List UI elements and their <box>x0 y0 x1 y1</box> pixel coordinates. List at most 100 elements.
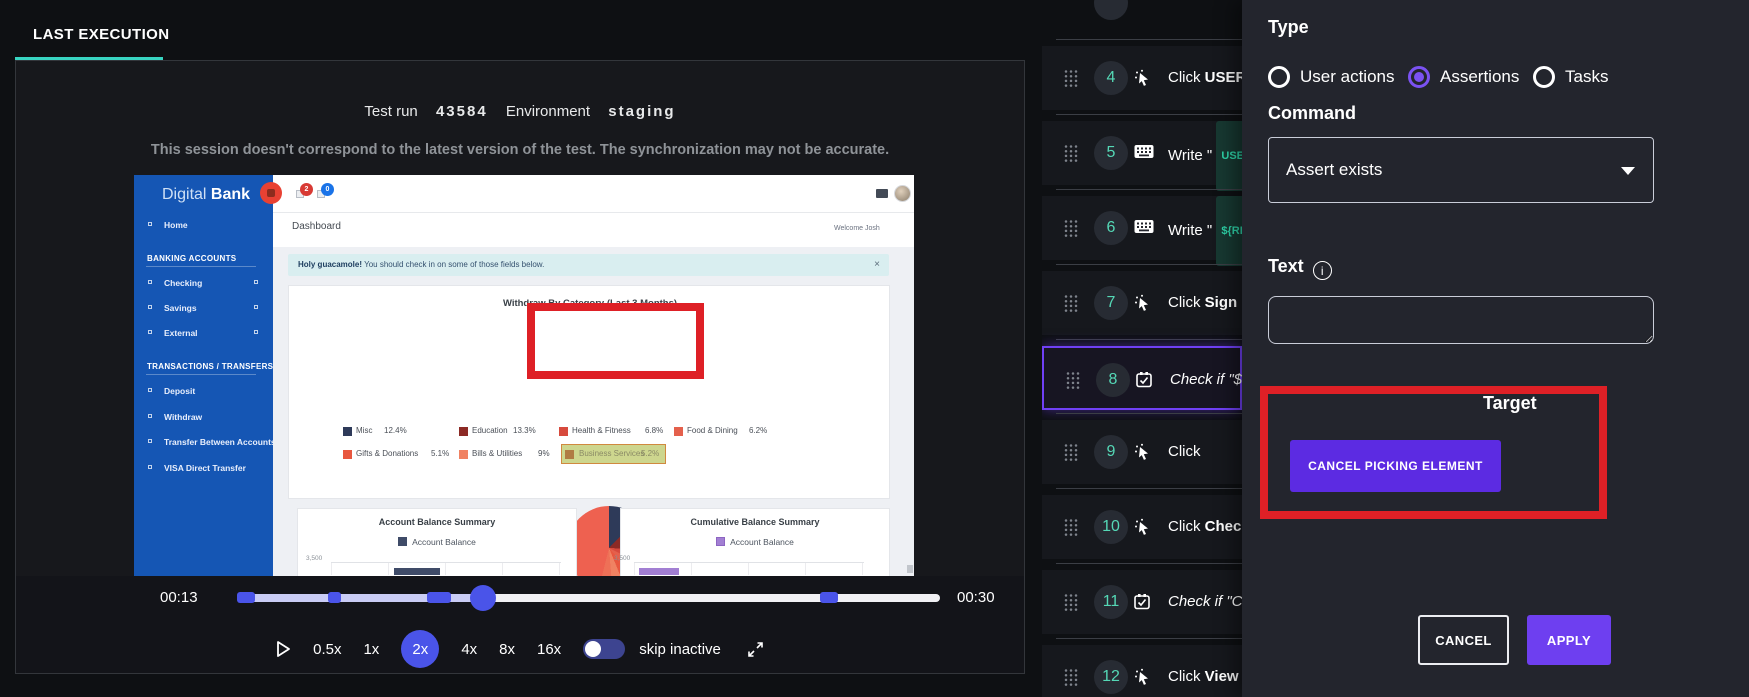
seek-step-marker[interactable] <box>237 592 255 603</box>
speed-4x[interactable]: 4x <box>461 641 477 658</box>
account-balance-card: Account Balance Summary Account Balance … <box>297 508 577 576</box>
environment-label: Environment <box>505 103 591 120</box>
step-separator <box>1056 114 1242 115</box>
chevron-down-icon <box>1621 167 1635 175</box>
tab-last-execution[interactable]: LAST EXECUTION <box>33 26 169 43</box>
video-player-bar: 00:13 00:30 0.5x 1x 2x 4x 8x 16x skip inactiv… <box>16 576 1024 673</box>
keyboard-icon <box>1134 144 1154 164</box>
divider <box>146 374 256 375</box>
sidebar-item-deposit[interactable]: Deposit <box>164 386 195 396</box>
step-row-10[interactable]: 10 Click Check <box>1042 495 1242 559</box>
step-separator <box>1056 189 1242 190</box>
drag-handle-icon[interactable] <box>1064 219 1078 243</box>
assertion-text-input[interactable] <box>1268 296 1654 344</box>
account-balance-legend: Account Balance <box>298 537 576 547</box>
extension-badge-blue: 0 <box>321 183 334 196</box>
legend-value: 9% <box>538 449 550 458</box>
chevron-icon <box>254 280 258 284</box>
step-separator <box>1056 264 1242 265</box>
scrollbar-thumb[interactable] <box>907 565 913 573</box>
player-controls: 0.5x 1x 2x 4x 8x 16x skip inactive <box>16 629 1024 669</box>
speed-2x[interactable]: 2x <box>401 630 440 668</box>
radio-tasks[interactable] <box>1533 66 1555 88</box>
step-row-9[interactable]: 9 Click <box>1042 420 1242 484</box>
step-row-5[interactable]: 5 Write " USER <box>1042 121 1242 191</box>
seek-step-marker[interactable] <box>820 592 839 603</box>
user-avatar <box>894 185 911 202</box>
cancel-button[interactable]: CANCEL <box>1418 615 1509 665</box>
fullscreen-icon[interactable] <box>747 641 764 658</box>
app-root: LAST EXECUTION Test run 43584 Environmen… <box>0 0 1749 697</box>
sidebar-item-home[interactable]: Home <box>164 220 188 230</box>
drag-handle-icon[interactable] <box>1064 294 1078 318</box>
radio-user-actions[interactable] <box>1268 66 1290 88</box>
bullet-icon <box>148 222 152 226</box>
play-icon[interactable] <box>276 640 291 658</box>
bullet-icon <box>148 280 152 284</box>
info-icon[interactable]: i <box>1312 261 1332 280</box>
legend-swatch <box>716 537 726 546</box>
page-title: Dashboard <box>292 221 341 232</box>
sidebar-item-external[interactable]: External <box>164 328 198 338</box>
welcome-text: Welcome Josh <box>834 225 880 232</box>
legend-swatch <box>674 427 683 436</box>
speed-0.5x[interactable]: 0.5x <box>313 641 341 658</box>
bullet-icon <box>148 330 152 334</box>
drag-handle-icon[interactable] <box>1064 69 1078 93</box>
step-number: 10 <box>1094 510 1128 544</box>
command-select[interactable]: Assert exists <box>1268 137 1654 203</box>
step-row-8[interactable]: 8 Check if "${L <box>1042 346 1242 410</box>
step-label: Click Sign in <box>1168 294 1242 311</box>
seek-step-marker[interactable] <box>328 592 342 603</box>
drag-handle-icon[interactable] <box>1064 443 1078 467</box>
drag-handle-icon[interactable] <box>1064 593 1078 617</box>
bullet-icon <box>148 388 152 392</box>
sidebar-item-visa-direct-transfer[interactable]: VISA Direct Transfer <box>164 463 246 473</box>
seek-step-marker[interactable] <box>426 592 451 603</box>
apply-button[interactable]: APPLY <box>1527 615 1611 665</box>
step-number: 11 <box>1094 585 1128 619</box>
cumulative-balance-legend: Account Balance <box>621 537 889 547</box>
recording-click-indicator <box>260 182 282 204</box>
step-separator <box>1056 638 1242 639</box>
bar <box>394 568 440 575</box>
alert-close-icon[interactable]: × <box>874 254 880 276</box>
type-heading: Type <box>1268 17 1309 37</box>
video-frame-screenshot[interactable]: ➤ Digital Bank HomeBANKING ACCOUNTSCheck… <box>134 175 914 576</box>
speed-8x[interactable]: 8x <box>499 641 515 658</box>
extension-badge-red: 2 <box>300 183 313 196</box>
drag-handle-icon[interactable] <box>1064 668 1078 692</box>
assert-icon <box>1136 371 1153 393</box>
legend-label: Education <box>472 426 508 435</box>
seek-thumb[interactable] <box>470 585 497 611</box>
language-flag-icon <box>876 189 888 198</box>
drag-handle-icon[interactable] <box>1066 371 1080 395</box>
total-time: 00:30 <box>957 589 995 606</box>
axis-label: 3,500 <box>306 555 323 562</box>
legend-swatch <box>559 427 568 436</box>
sidebar-item-withdraw[interactable]: Withdraw <box>164 412 202 422</box>
step-label: Write " USER <box>1168 121 1242 191</box>
axis-label: 3,500 <box>614 555 631 562</box>
step-row-12[interactable]: 12 Click View C <box>1042 645 1242 697</box>
drag-handle-icon[interactable] <box>1064 144 1078 168</box>
legend-label: Business Services <box>579 449 645 458</box>
drag-handle-icon[interactable] <box>1064 518 1078 542</box>
skip-inactive-toggle[interactable] <box>583 639 626 659</box>
step-row-4[interactable]: 4 Click USERN <box>1042 46 1242 110</box>
radio-assertions[interactable] <box>1408 66 1430 88</box>
step-row-11[interactable]: 11 Check if "Ch <box>1042 570 1242 634</box>
speed-1x[interactable]: 1x <box>363 641 379 658</box>
bar <box>639 568 679 575</box>
legend-value: 13.3% <box>513 426 536 435</box>
step-label: Click <box>1168 443 1201 460</box>
cumulative-balance-title: Cumulative Balance Summary <box>690 517 820 527</box>
step-row-7[interactable]: 7 Click Sign in <box>1042 271 1242 335</box>
sidebar-item-checking[interactable]: Checking <box>164 278 202 288</box>
sidebar-item-transfer-between-accounts[interactable]: Transfer Between Accounts <box>164 437 276 447</box>
speed-16x[interactable]: 16x <box>537 641 561 658</box>
step-label: Write " ${RE <box>1168 196 1242 266</box>
step-row-6[interactable]: 6 Write " ${RE <box>1042 196 1242 266</box>
sidebar-item-savings[interactable]: Savings <box>164 303 197 313</box>
cursor-icon <box>1134 69 1152 92</box>
